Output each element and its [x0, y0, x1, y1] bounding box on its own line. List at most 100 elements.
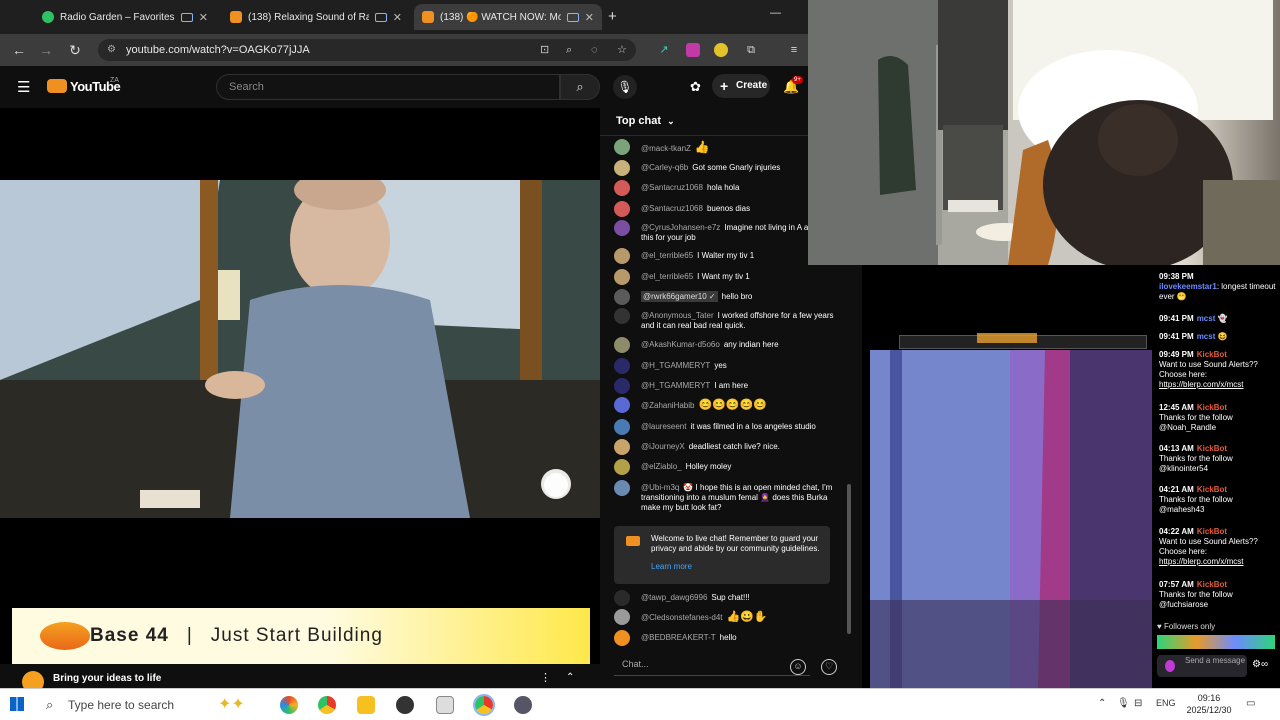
welcome-text: Welcome to live chat! Remember to guard … [651, 534, 820, 553]
sound-alerts-link[interactable]: https://blerp.com/x/mcst [1159, 380, 1243, 389]
chevron-down-icon: ⌄ [667, 116, 675, 126]
avatar [614, 358, 630, 374]
chrome-icon[interactable] [318, 696, 336, 714]
back-icon[interactable]: ← [11, 42, 27, 58]
youtube-logo-icon[interactable] [47, 79, 67, 93]
avatar [614, 160, 630, 176]
send-message-input[interactable]: Send a message [1157, 655, 1247, 677]
ad-brand: Base 44 [90, 625, 169, 646]
stream-chat-message: 04:21 AM KickBot Thanks for the follow @ma… [1159, 485, 1233, 514]
stream-chat-message: 09:49 PM KickBot Want to use Sound Alerts?… [1159, 350, 1258, 389]
chat-input[interactable]: Chat... [614, 654, 810, 676]
send-message-placeholder: Send a message [1185, 656, 1246, 665]
voice-search-button[interactable]: 🎙 [613, 75, 637, 99]
avatar [614, 180, 630, 196]
create-button[interactable]: + Create [712, 74, 770, 98]
app-2-icon[interactable] [514, 696, 532, 714]
picture-in-picture-icon [566, 12, 579, 22]
microphone-icon: 🎙 [617, 80, 633, 94]
heart-icon[interactable]: ♡ [821, 659, 837, 675]
bookmark-star-icon[interactable]: ☆ [617, 39, 627, 61]
avatar [614, 269, 630, 285]
tab-label: Radio Garden – Favorites [60, 11, 175, 23]
tab-watch-now[interactable]: (138) 🟠 WATCH NOW: Mo ✕ [414, 4, 602, 30]
search-button[interactable]: ⌕ [560, 74, 600, 100]
tab-label: (138) Relaxing Sound of Ra [248, 11, 369, 23]
notification-count-badge: 9+ [792, 76, 803, 84]
app-icon[interactable] [436, 696, 454, 714]
ad-banner[interactable]: Base 44 | Just Start Building [12, 608, 590, 664]
chrome-active-icon[interactable] [473, 694, 495, 716]
install-app-icon[interactable]: ⊡ [540, 39, 549, 61]
tab-relaxing-sound[interactable]: (138) Relaxing Sound of Ra ✕ [222, 4, 410, 30]
channel-watermark-icon [541, 469, 571, 499]
language-indicator[interactable]: ENG [1156, 698, 1176, 708]
chat-scrollbar[interactable] [847, 484, 851, 634]
avatar [614, 337, 630, 353]
tray-chevron-icon[interactable]: ⌃ [1098, 698, 1106, 709]
sound-alerts-link[interactable]: https://blerp.com/x/mcst [1159, 557, 1243, 566]
eye-off-icon[interactable]: ◌ [591, 39, 598, 61]
create-label: Create [736, 80, 768, 91]
ad-info-row: Bring your ideas to life ⋮ ⌃ [0, 664, 600, 693]
system-clock[interactable]: 09:16 2025/12/30 [1186, 692, 1232, 716]
sparkle-widget-icon[interactable]: ✦✦ [218, 694, 245, 714]
search-icon: ⌕ [576, 79, 584, 94]
stream-scene [862, 265, 1152, 688]
youtube-favicon-icon [422, 11, 434, 23]
microphone-tray-icon[interactable]: 🎙 [1117, 698, 1130, 709]
browser-tab-bar: Radio Garden – Favorites ✕ (138) Relaxin… [0, 0, 808, 34]
ad-title: Bring your ideas to life [53, 673, 162, 684]
emoji-icon[interactable]: ☺ [790, 659, 806, 675]
address-bar[interactable]: ⚙ youtube.com/watch?v=OAGKo77jJJA ⊡ ⌕ ◌ … [98, 39, 636, 61]
notification-center-icon[interactable]: ▭ [1246, 698, 1255, 709]
copilot-icon[interactable] [280, 696, 298, 714]
zoom-icon[interactable]: ⌕ [566, 39, 572, 61]
reading-list-icon[interactable]: ≡ [787, 43, 801, 57]
game-view [870, 350, 1152, 688]
close-tab-icon[interactable]: ✕ [393, 11, 402, 24]
video-scene-image [0, 180, 600, 518]
avatar [614, 220, 630, 236]
avatar [614, 630, 630, 646]
video-player[interactable] [0, 108, 600, 594]
cast-settings-icon[interactable]: ✿ [690, 79, 701, 95]
stream-chat-message: 07:57 AM KickBot Thanks for the follow @fu… [1159, 580, 1233, 609]
close-tab-icon[interactable]: ✕ [585, 11, 594, 24]
hud-highlight [977, 333, 1037, 343]
forward-icon[interactable]: → [38, 42, 54, 58]
emote-bar[interactable] [1157, 635, 1275, 649]
extension-c-icon[interactable] [714, 43, 728, 57]
extensions-puzzle-icon[interactable]: ⧉ [744, 43, 758, 57]
webcam-feed [808, 0, 1280, 265]
search-input[interactable]: Search [216, 74, 560, 100]
obs-icon[interactable] [396, 696, 414, 714]
file-explorer-icon[interactable] [357, 696, 375, 714]
tab-radio-garden[interactable]: Radio Garden – Favorites ✕ [34, 4, 216, 30]
avatar [614, 459, 630, 475]
extension-a-icon[interactable]: ↗ [657, 43, 671, 57]
extension-b-icon[interactable] [686, 43, 700, 57]
video-frame[interactable] [0, 180, 600, 518]
collapse-chevron-icon[interactable]: ⌃ [566, 672, 574, 683]
windows-start-icon[interactable] [10, 697, 24, 711]
reload-icon[interactable]: ↻ [67, 42, 83, 59]
new-tab-button[interactable]: + [608, 8, 617, 25]
minimize-button[interactable]: — [770, 7, 781, 19]
site-info-icon[interactable]: ⚙ [107, 39, 116, 61]
stream-chat-message: 09:41 PM mcst 😆 [1159, 332, 1228, 341]
more-options-icon[interactable]: ⋮ [540, 671, 551, 684]
chat-settings-icon[interactable]: ⚙∞ [1252, 660, 1268, 670]
browser-toolbar: ← → ↻ ⚙ youtube.com/watch?v=OAGKo77jJJA … [0, 34, 808, 66]
learn-more-link[interactable]: Learn more [651, 562, 822, 572]
close-tab-icon[interactable]: ✕ [199, 11, 208, 24]
avatar [614, 419, 630, 435]
stream-chat-message: 09:38 PM ilovekeemstar1: longest timeout … [1159, 272, 1276, 301]
menu-icon[interactable]: ☰ [17, 78, 30, 96]
avatar [614, 139, 630, 155]
stream-chat-message: 09:41 PM mcst 👻 [1159, 314, 1228, 323]
avatar [614, 289, 630, 305]
region-code: ZA [110, 77, 119, 84]
search-icon: ⌕ [46, 697, 54, 712]
avatar [614, 480, 630, 496]
